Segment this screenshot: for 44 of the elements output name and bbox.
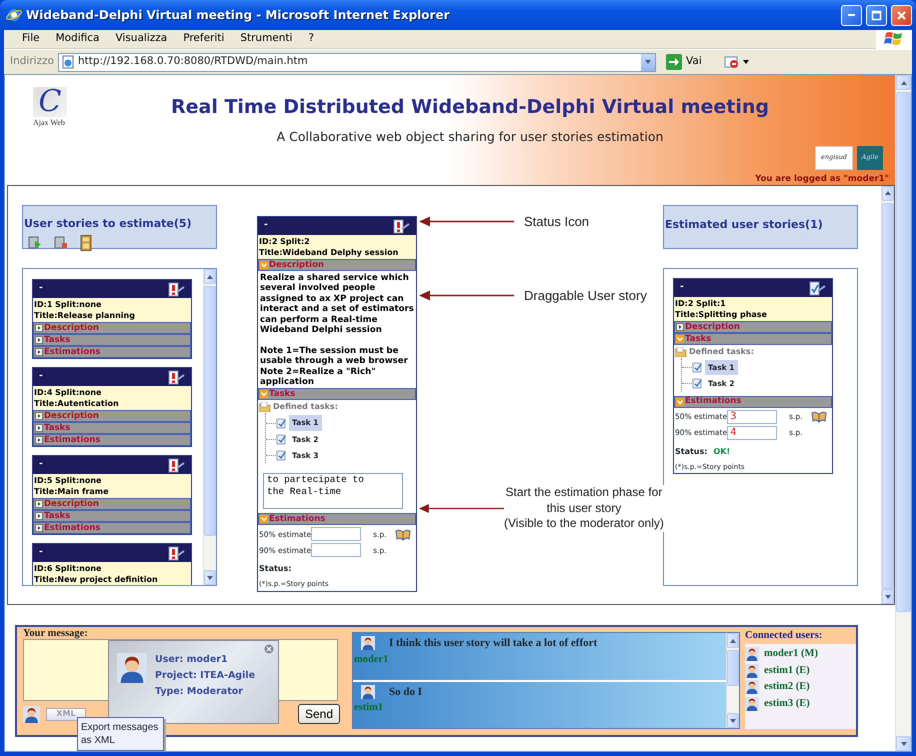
user-info: Type: Moderator — [155, 685, 244, 699]
users-heading: Connected users: — [745, 629, 824, 643]
logo: C — [33, 87, 67, 117]
tooltip: Export messages as XML — [77, 717, 164, 751]
user-info: User: moder1 — [155, 653, 229, 667]
user-name: estim1 (E) — [764, 664, 810, 678]
story-id: ID:2 Split:2 — [259, 236, 311, 247]
message-text: So do I — [389, 684, 422, 700]
login-status: You are logged as "moder1" — [754, 174, 890, 185]
user-name: estim3 (E) — [764, 696, 810, 711]
user-info: Project: ITEA-Agile — [155, 669, 256, 683]
user-name: estim2 (E) — [764, 680, 810, 694]
address-label: Indirizzo — [10, 54, 54, 70]
page-subtitle: A Collaborative web object sharing for user stories estimation — [276, 128, 664, 146]
column-title: User stories to estimate(5) — [24, 216, 193, 232]
story-id: ID:6 Split:none — [34, 563, 102, 574]
annotation-text: Start the estimation phase for this user story (Visible to the moderator only) — [504, 485, 664, 532]
annotation-text: Status Icon — [524, 214, 590, 230]
logo-caption: Ajax Web — [33, 117, 66, 129]
message-label: Your message: — [23, 628, 89, 639]
user-name: moder1 (M) — [764, 647, 818, 662]
status-label: Status: — [259, 563, 292, 576]
status-label: Status: — [675, 446, 708, 458]
tree-label: Defined tasks: — [273, 401, 338, 414]
story-id: ID:5 Split:none — [34, 475, 102, 486]
annotation-text: Draggable User story — [524, 288, 647, 303]
message-author: estim1 — [354, 701, 384, 715]
story-title: Title:Autentication — [34, 398, 120, 409]
story-title: Title:Main frame — [34, 486, 110, 497]
message-text: I think this user story will take a lot of effort — [389, 636, 598, 651]
story-id: ID:4 Split:none — [34, 387, 102, 398]
page-title: Real Time Distributed Wideband-Delphi Virtual meeting — [170, 95, 770, 120]
column-title: Estimated user stories(1) — [665, 217, 824, 233]
story-id: ID:1 Split:none — [34, 299, 102, 310]
status-value: OK! — [713, 446, 730, 458]
window-title: Wideband-Delphi Virtual meeting - Microsoft Internet Explorer — [26, 7, 450, 24]
story-title: Title:Release planning — [34, 310, 136, 321]
tree-label: Defined tasks: — [689, 346, 754, 358]
description-text: Realize a shared service which several involved people assigned to ax XP project can interact and a set of estimators can perform a Real-time Wideband Delphi session Note 1=The session must be usable through a web browser Note 2=Realize a "Rich" application — [259, 272, 415, 388]
story-title: Title:Wideband Delphy session — [259, 247, 400, 258]
story-title: Title:New project definition — [34, 574, 159, 585]
story-id: ID:2 Split:1 — [675, 298, 727, 309]
message-author: moder1 — [354, 652, 390, 666]
story-title: Title:Splitting phase — [675, 309, 768, 320]
